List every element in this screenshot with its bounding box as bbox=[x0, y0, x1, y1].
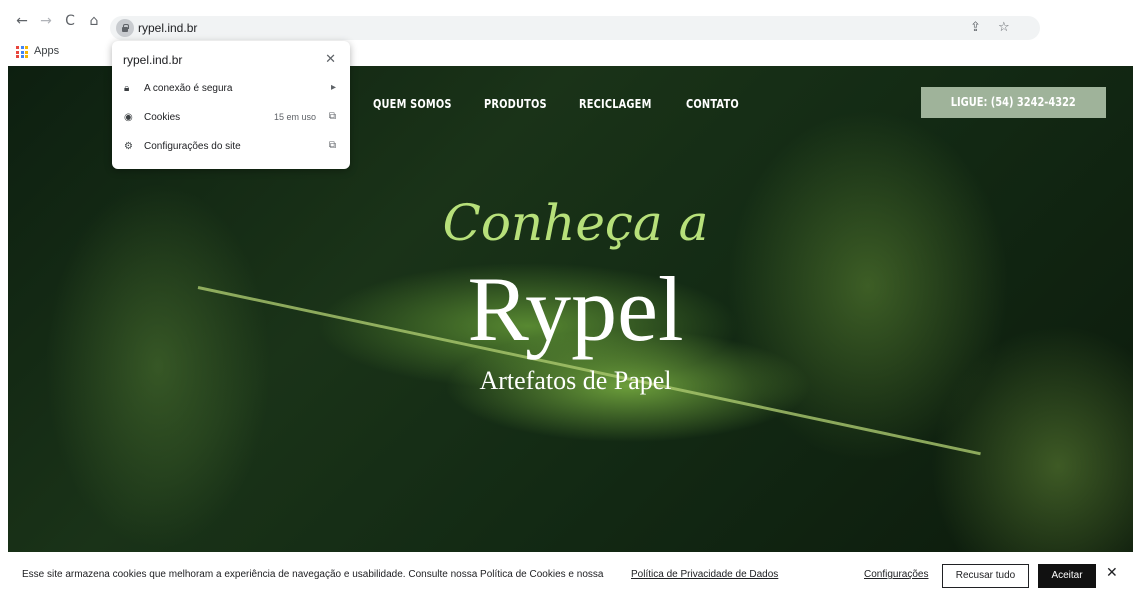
site-info-popup: rypel.ind.br ✕ 🔒︎ A conexão é segura ▸ ◉… bbox=[112, 41, 350, 169]
cookie-icon: ◉ bbox=[124, 112, 133, 123]
external-link-icon: ⧉ bbox=[328, 140, 336, 151]
back-arrow-icon[interactable]: ← bbox=[14, 13, 30, 29]
reload-icon[interactable]: C bbox=[62, 13, 78, 29]
gear-icon: ⚙ bbox=[124, 141, 133, 152]
close-banner-icon[interactable]: ✕ bbox=[1106, 565, 1118, 581]
cookie-settings-link[interactable]: Configurações bbox=[864, 569, 928, 580]
browser-toolbar: ← → C ⌂ rypel.ind.br ⇪ ☆ bbox=[0, 0, 1133, 40]
hero-subtitle-bottom: Artefatos de Papel bbox=[479, 366, 672, 395]
cookie-notice-text: Esse site armazena cookies que melhoram … bbox=[22, 569, 604, 580]
cookies-label: Cookies bbox=[144, 112, 181, 123]
bookmark-star-icon[interactable]: ☆ bbox=[998, 20, 1010, 35]
refuse-all-button[interactable]: Recusar tudo bbox=[942, 564, 1029, 588]
privacy-policy-link[interactable]: Política de Privacidade de Dados bbox=[631, 569, 778, 580]
hero-title: Rypel bbox=[467, 258, 684, 360]
connection-secure-label: A conexão é segura bbox=[144, 83, 233, 94]
site-settings-label: Configurações do site bbox=[144, 141, 241, 152]
hero-subtitle-top: Conheça a bbox=[442, 194, 709, 252]
apps-grid-icon[interactable] bbox=[16, 46, 28, 58]
chevron-right-icon: ▸ bbox=[330, 82, 336, 93]
nav-reciclagem[interactable]: RECICLAGEM bbox=[579, 97, 652, 111]
external-link-icon: ⧉ bbox=[328, 111, 336, 122]
cookies-count: 15 em uso bbox=[273, 112, 316, 122]
accept-button[interactable]: Aceitar bbox=[1038, 564, 1096, 588]
call-button[interactable]: LIGUE: (54) 3242-4322 bbox=[921, 87, 1106, 118]
cookie-banner: Esse site armazena cookies que melhoram … bbox=[0, 556, 1133, 590]
popup-site-title: rypel.ind.br bbox=[123, 53, 183, 67]
share-icon[interactable]: ⇪ bbox=[970, 20, 981, 35]
cookies-row[interactable]: ◉ Cookies 15 em uso ⧉ bbox=[112, 108, 350, 130]
lock-icon: 🔒︎ bbox=[124, 83, 130, 94]
apps-bookmark[interactable]: Apps bbox=[34, 45, 59, 57]
nav-contato[interactable]: CONTATO bbox=[686, 97, 739, 111]
connection-secure-row[interactable]: 🔒︎ A conexão é segura ▸ bbox=[112, 79, 350, 101]
address-bar[interactable]: rypel.ind.br ⇪ ☆ bbox=[110, 16, 1040, 40]
site-settings-row[interactable]: ⚙ Configurações do site ⧉ bbox=[112, 137, 350, 159]
url-text[interactable]: rypel.ind.br bbox=[138, 21, 197, 35]
close-icon[interactable]: ✕ bbox=[325, 52, 336, 67]
nav-quem-somos[interactable]: QUEM SOMOS bbox=[373, 97, 452, 111]
forward-arrow-icon[interactable]: → bbox=[38, 13, 54, 29]
nav-produtos[interactable]: PRODUTOS bbox=[484, 97, 547, 111]
home-icon[interactable]: ⌂ bbox=[86, 13, 102, 29]
call-button-label: LIGUE: (54) 3242-4322 bbox=[950, 95, 1077, 109]
site-info-lock-icon[interactable] bbox=[116, 19, 134, 37]
